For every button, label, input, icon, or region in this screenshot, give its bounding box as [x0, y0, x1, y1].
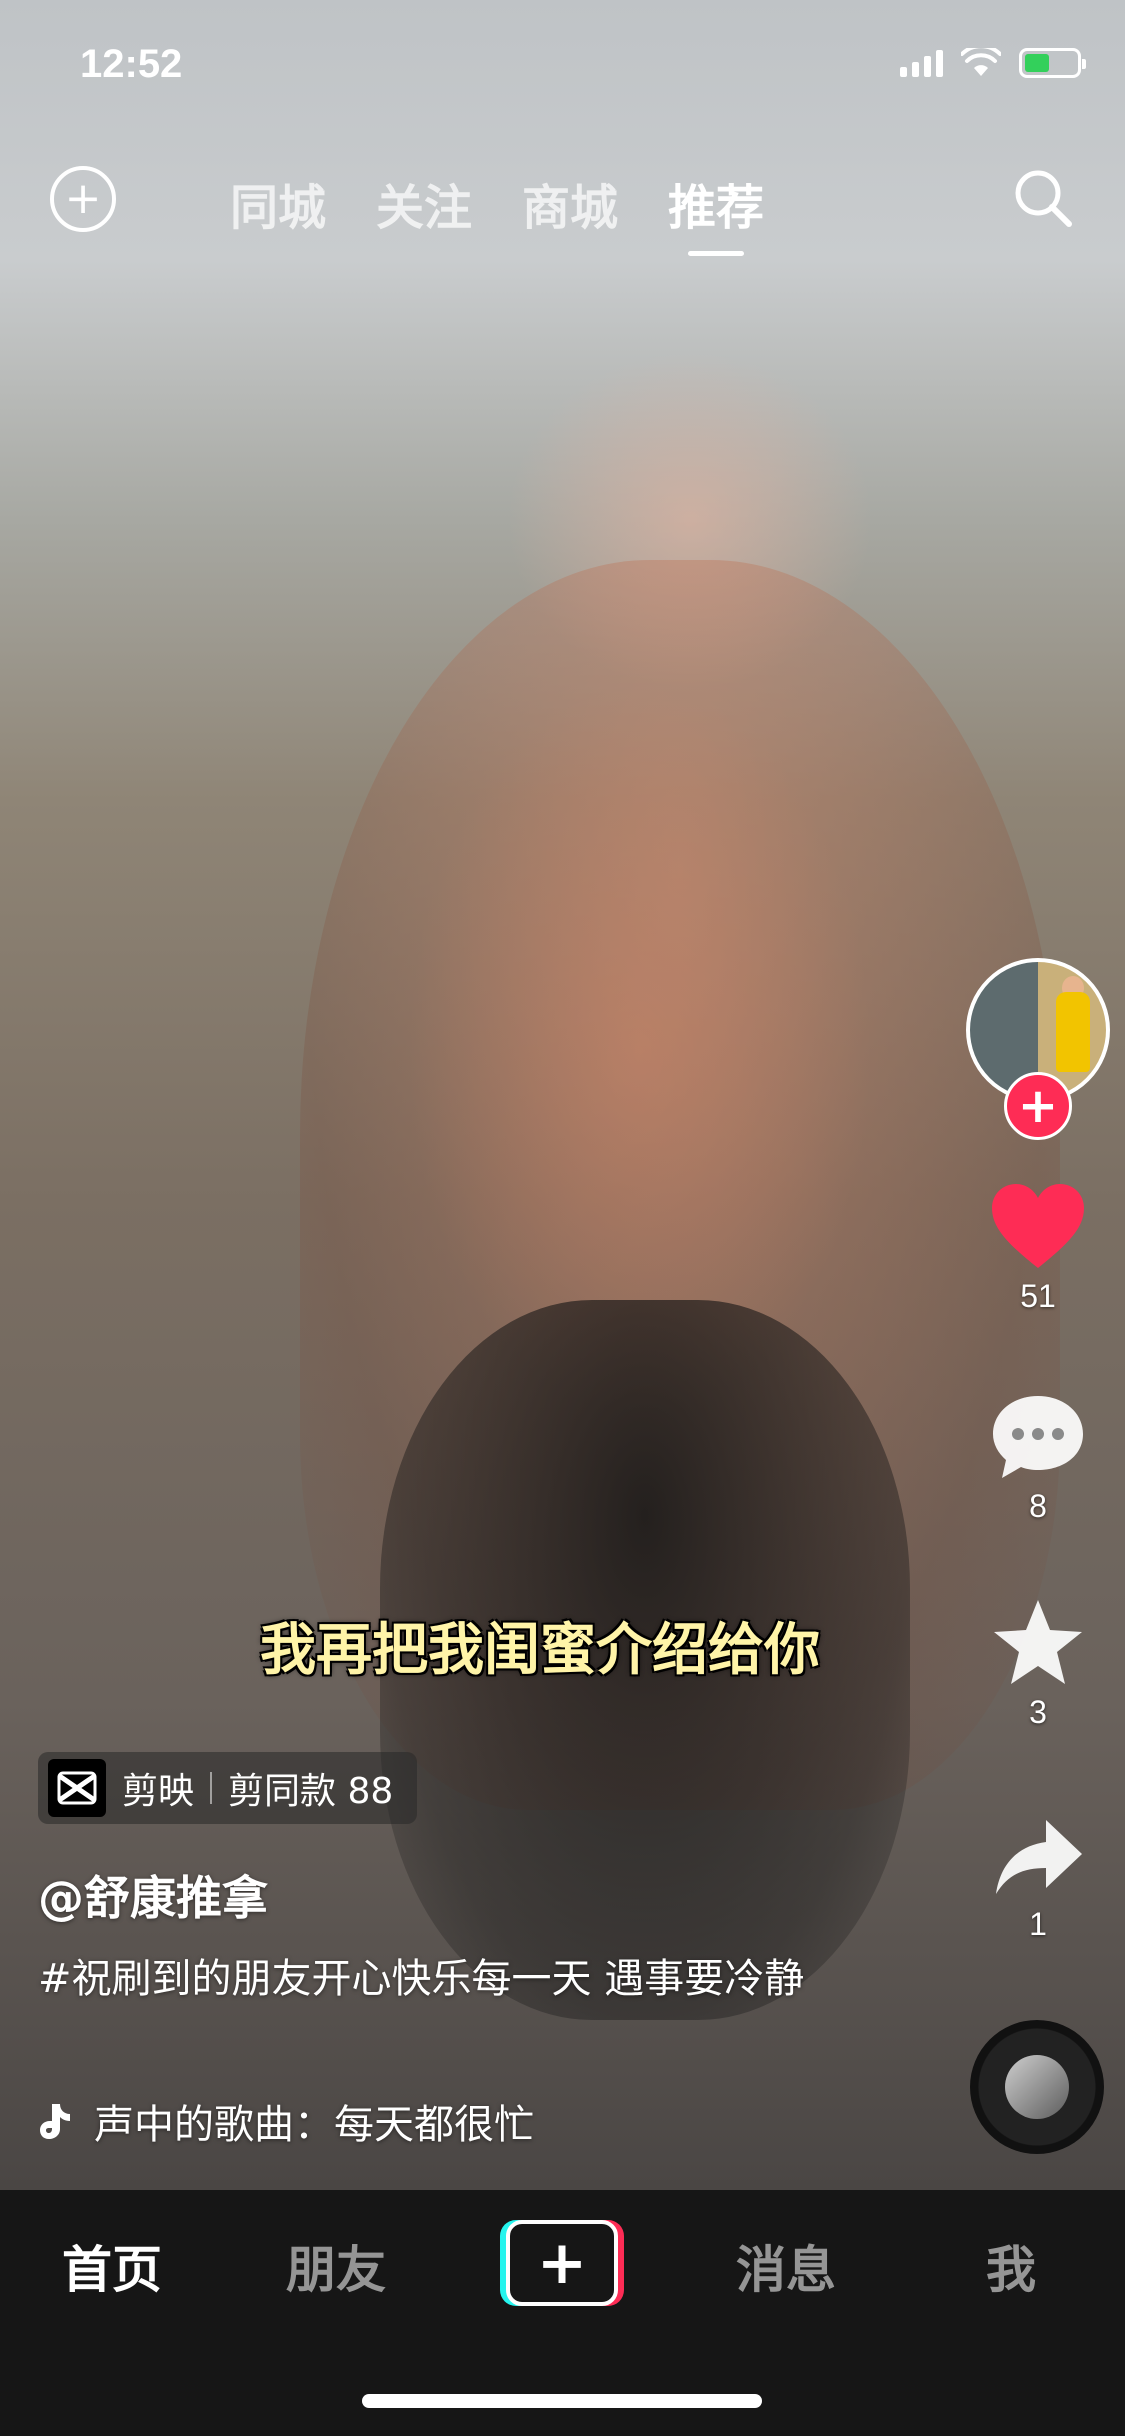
music-note-icon — [40, 2104, 70, 2139]
chip-divider — [210, 1772, 213, 1804]
like-count: 51 — [1020, 1278, 1056, 1314]
video-caption: 我再把我闺蜜介绍给你 — [260, 1618, 820, 1683]
signal-icon — [900, 49, 943, 77]
plus-icon: + — [64, 173, 102, 224]
video-description[interactable]: #祝刷到的朋友开心快乐每一天 遇事要冷静 — [38, 1950, 838, 2008]
like-button[interactable]: 51 — [980, 1180, 1096, 1315]
battery-icon — [1019, 48, 1086, 78]
star-icon — [994, 1600, 1082, 1684]
music-cover-icon — [1005, 2055, 1069, 2119]
tab-local[interactable]: 同城 — [230, 168, 326, 238]
plus-icon: + — [536, 2228, 588, 2298]
share-count: 1 — [1029, 1906, 1047, 1942]
tab-messages[interactable]: 消息 — [736, 2230, 836, 2302]
comment-button[interactable]: 8 — [980, 1390, 1096, 1525]
search-icon[interactable] — [1011, 166, 1075, 230]
music-info[interactable]: 声中的歌曲：每天都很忙 — [38, 2092, 534, 2150]
comment-icon — [993, 1396, 1083, 1478]
music-title: 声中的歌曲：每天都很忙 — [94, 2102, 534, 2148]
create-button[interactable]: + — [500, 2220, 624, 2306]
tab-mall[interactable]: 商城 — [522, 168, 618, 238]
heart-icon — [992, 1184, 1084, 1268]
capcut-template-label: 剪同款 88 — [228, 1771, 394, 1812]
add-live-button[interactable]: + — [50, 166, 116, 232]
favorite-button[interactable]: 3 — [980, 1596, 1096, 1731]
status-icons — [900, 48, 1086, 78]
tab-me[interactable]: 我 — [986, 2230, 1036, 2302]
comment-count: 8 — [1029, 1488, 1047, 1524]
tab-friends[interactable]: 朋友 — [286, 2230, 386, 2302]
share-button[interactable]: 1 — [980, 1814, 1096, 1943]
plus-icon: + — [1017, 1078, 1059, 1134]
home-indicator[interactable] — [362, 2394, 762, 2408]
capcut-template-chip[interactable]: 剪映 剪同款 88 — [38, 1752, 418, 1824]
share-icon — [996, 1820, 1082, 1894]
tab-following[interactable]: 关注 — [376, 168, 472, 238]
creator-username[interactable]: @舒康推拿 — [38, 1862, 268, 1928]
top-tabs: 同城 关注 商城 推荐 — [230, 168, 764, 256]
capcut-icon — [48, 1759, 106, 1817]
favorite-count: 3 — [1029, 1694, 1047, 1730]
tab-home[interactable]: 首页 — [62, 2230, 162, 2302]
follow-button[interactable]: + — [1004, 1072, 1072, 1140]
status-time: 12:52 — [80, 42, 183, 86]
tab-recommended[interactable]: 推荐 — [668, 168, 764, 256]
capcut-app-label: 剪映 — [122, 1771, 195, 1812]
music-disc-button[interactable] — [970, 2020, 1104, 2154]
wifi-icon — [961, 48, 1001, 76]
